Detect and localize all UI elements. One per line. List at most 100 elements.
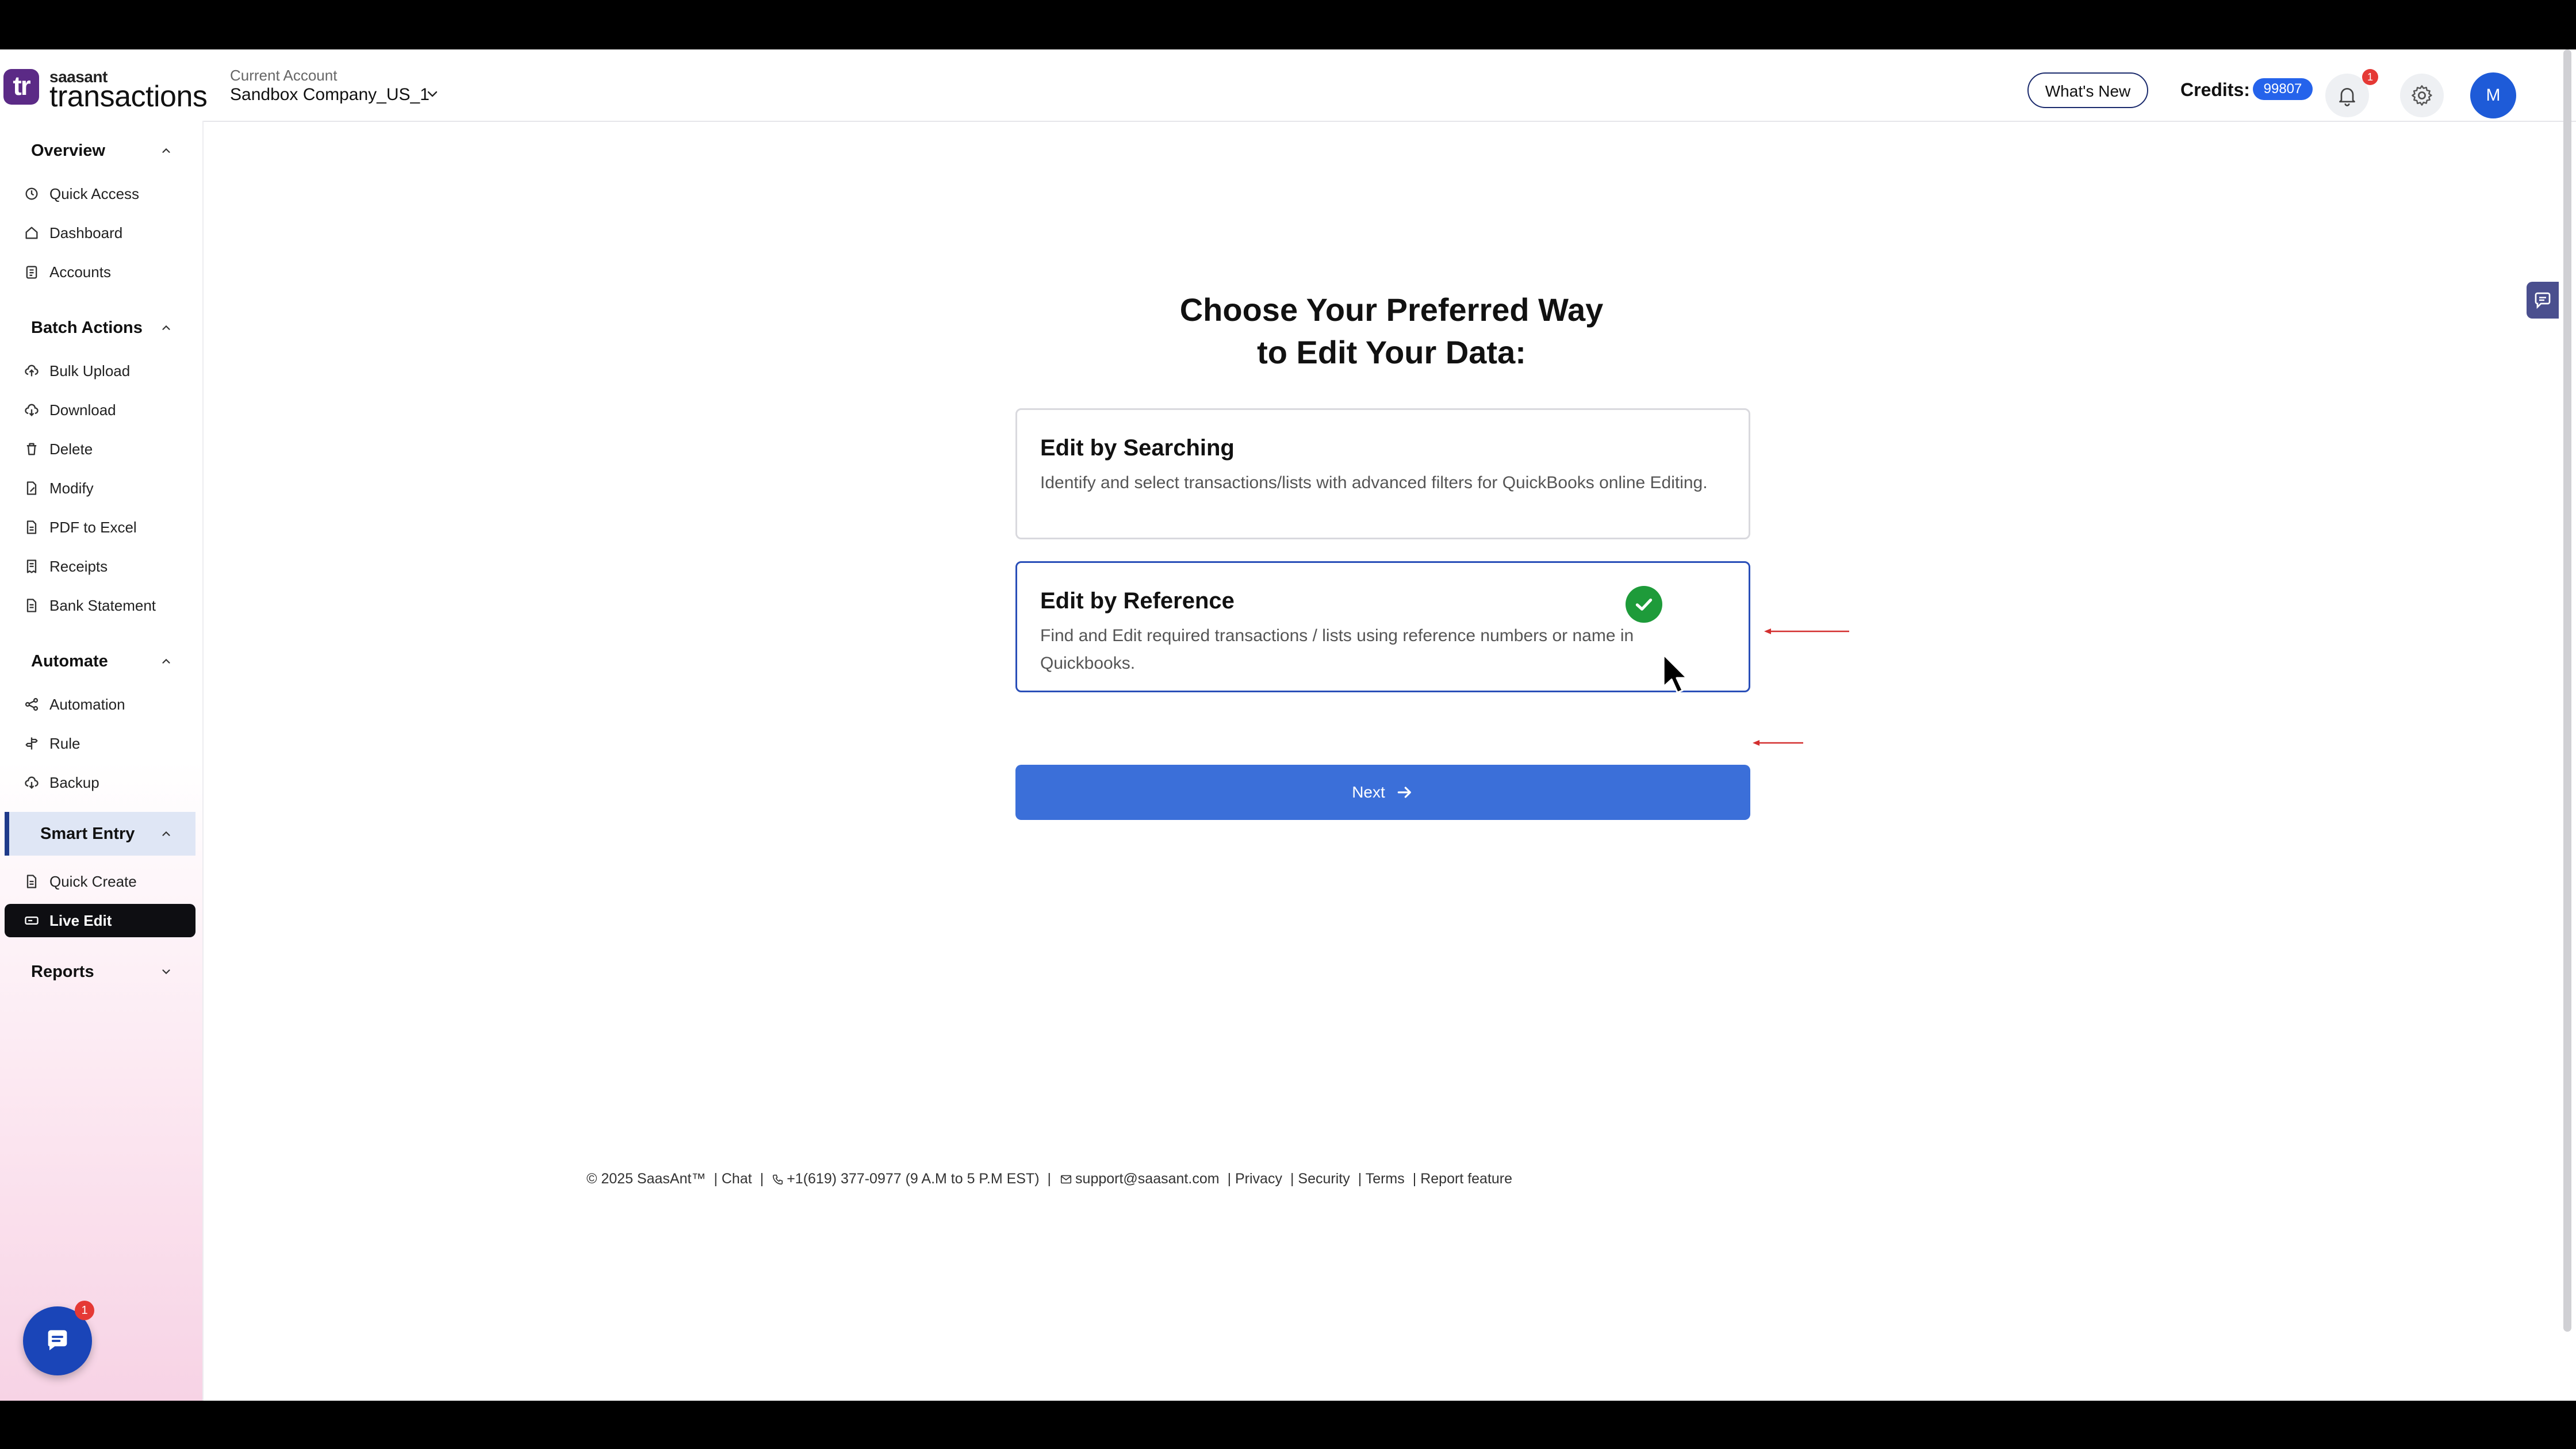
mouse-cursor-icon (1662, 654, 1688, 693)
option-edit-by-searching[interactable]: Edit by Searching Identify and select tr… (1015, 408, 1750, 539)
sidebar-item-label: Accounts (49, 263, 111, 281)
app-window: tr saasant transactions Current Account … (0, 49, 2576, 1401)
option-title: Edit by Reference (1040, 588, 1235, 614)
chevron-up-icon (162, 658, 170, 664)
sidebar-section-overview[interactable]: Overview (0, 129, 195, 172)
sidebar-item-bank-statement[interactable]: Bank Statement (5, 589, 195, 622)
document-icon (23, 519, 40, 536)
chat-unread-badge: 1 (75, 1301, 94, 1320)
chevron-down-icon (162, 969, 170, 975)
sidebar-item-quick-access[interactable]: Quick Access (5, 177, 195, 210)
chevron-up-icon (162, 831, 170, 836)
statement-icon (23, 597, 40, 614)
footer-separator: | (1047, 1171, 1052, 1187)
sidebar-section-label: Overview (31, 141, 105, 160)
logo-text-main: transactions (49, 80, 208, 113)
sidebar-item-bulk-upload[interactable]: Bulk Upload (5, 354, 195, 388)
whats-new-button[interactable]: What's New (2027, 72, 2148, 108)
option-title: Edit by Searching (1040, 435, 1235, 461)
sidebar-item-label: Rule (49, 734, 80, 752)
sidebar-item-backup[interactable]: Backup (5, 766, 195, 799)
settings-button[interactable] (2400, 74, 2444, 117)
notification-count-badge: 1 (2362, 69, 2378, 85)
sidebar-section-label: Smart Entry (40, 824, 135, 843)
option-edit-by-reference[interactable]: Edit by Reference Find and Edit required… (1015, 561, 1750, 692)
mail-icon (1060, 1175, 1072, 1183)
clipboard-icon (23, 263, 40, 281)
sidebar-section-label: Automate (31, 651, 108, 670)
sidebar-section-label: Reports (31, 962, 94, 981)
sidebar-item-pdf-to-excel[interactable]: PDF to Excel (5, 511, 195, 544)
trash-icon (23, 440, 40, 458)
sidebar-section-label: Batch Actions (31, 318, 143, 337)
chevron-down-icon[interactable] (425, 87, 439, 101)
chevron-up-icon (162, 148, 170, 153)
sidebar-item-label: Receipts (49, 557, 108, 575)
edit-document-icon (23, 480, 40, 497)
sidebar-item-quick-create[interactable]: Quick Create (5, 865, 195, 898)
vertical-scrollbar[interactable] (2563, 49, 2571, 1332)
credits-badge: 99807 (2253, 78, 2313, 100)
arrow-right-icon (1397, 787, 1411, 798)
bell-icon (2339, 88, 2355, 106)
live-edit-icon (23, 912, 40, 929)
chevron-up-icon (162, 325, 170, 330)
next-button-label: Next (1352, 783, 1385, 801)
feedback-side-tab[interactable] (2527, 282, 2559, 319)
receipt-icon (23, 558, 40, 575)
sidebar-item-label: Automation (49, 695, 125, 713)
checkmark-icon (1626, 586, 1662, 623)
footer-security-link[interactable]: | Security (1290, 1171, 1350, 1187)
rule-icon (23, 735, 40, 752)
user-avatar[interactable]: M (2470, 72, 2516, 118)
account-selector[interactable]: Sandbox Company_US_1 (230, 85, 430, 105)
quick-access-icon (23, 185, 40, 202)
sidebar: Overview Quick Access Dashboard Accounts… (0, 121, 204, 1401)
footer-email[interactable]: support@saasant.com (1075, 1171, 1220, 1187)
home-icon (23, 224, 40, 241)
next-button[interactable]: Next (1015, 765, 1750, 820)
sidebar-item-label: Backup (49, 773, 99, 791)
sidebar-item-modify[interactable]: Modify (5, 471, 195, 505)
sidebar-item-label: Live Edit (49, 911, 112, 929)
footer-report-feature-link[interactable]: | Report feature (1413, 1171, 1512, 1187)
footer-privacy-link[interactable]: | Privacy (1228, 1171, 1282, 1187)
current-account-label: Current Account (230, 67, 338, 84)
sidebar-item-automation[interactable]: Automation (5, 688, 195, 721)
page-title-line-1: Choose Your Preferred Way (1179, 292, 1604, 328)
sidebar-item-accounts[interactable]: Accounts (5, 255, 195, 289)
cloud-download-icon (23, 401, 40, 419)
page-title-line-2: to Edit Your Data: (1257, 334, 1526, 370)
annotation-arrow-icon (1753, 740, 1803, 746)
footer-phone[interactable]: +1(619) 377-0977 (9 A.M to 5 P.M EST) (787, 1171, 1039, 1187)
sidebar-item-label: PDF to Excel (49, 518, 137, 536)
annotation-arrow-icon (1764, 628, 1849, 634)
sidebar-section-reports[interactable]: Reports (0, 950, 195, 994)
chat-icon (48, 1330, 67, 1351)
phone-icon (773, 1174, 783, 1184)
footer-copyright: © 2025 SaasAnt™ (586, 1171, 706, 1187)
sidebar-item-dashboard[interactable]: Dashboard (5, 216, 195, 250)
sidebar-item-label: Delete (49, 440, 93, 458)
footer-chat-link[interactable]: | Chat (714, 1171, 752, 1187)
gear-icon (2412, 85, 2432, 106)
option-description: Identify and select transactions/lists w… (1040, 473, 1708, 492)
footer-separator: | (760, 1171, 764, 1187)
sidebar-item-live-edit[interactable]: Live Edit (5, 904, 195, 937)
sidebar-section-automate[interactable]: Automate (0, 639, 195, 683)
document-icon (23, 873, 40, 890)
sidebar-item-label: Bulk Upload (49, 362, 131, 379)
sidebar-item-delete[interactable]: Delete (5, 432, 195, 466)
logo-mark[interactable]: tr (3, 69, 39, 105)
sidebar-item-download[interactable]: Download (5, 393, 195, 427)
cloud-backup-icon (23, 774, 40, 791)
option-description: Find and Edit required transactions / li… (1040, 626, 1634, 673)
footer-terms-link[interactable]: | Terms (1358, 1171, 1405, 1187)
sidebar-item-label: Quick Create (49, 872, 137, 890)
sidebar-section-smart-entry[interactable]: Smart Entry (5, 812, 195, 856)
chat-bubble-icon (2535, 292, 2551, 309)
sidebar-item-receipts[interactable]: Receipts (5, 550, 195, 583)
sidebar-section-batch-actions[interactable]: Batch Actions (0, 306, 195, 350)
footer: © 2025 SaasAnt™ | Chat | +1(619) 377-097… (586, 1171, 1520, 1187)
sidebar-item-rule[interactable]: Rule (5, 727, 195, 760)
